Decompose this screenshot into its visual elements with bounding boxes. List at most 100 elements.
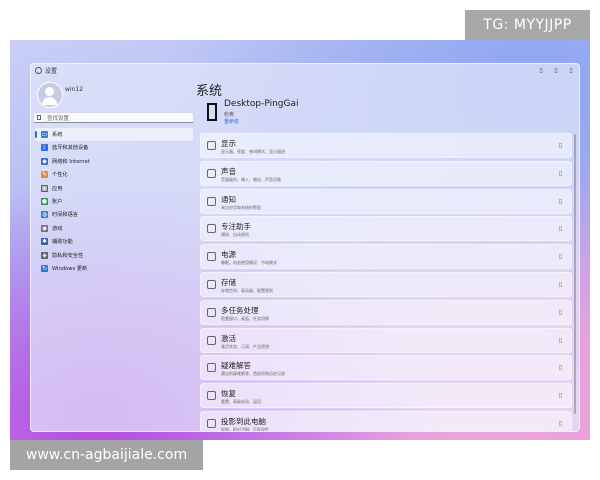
search-placeholder: 查找设置 — [47, 116, 70, 122]
game-icon: ◉ — [41, 224, 48, 232]
settings-card-power[interactable]: 电源 睡眠、电池使用情况、节电模式 ▯ — [200, 244, 572, 270]
card-description: 重置、高级启动、返回 — [221, 399, 261, 405]
sidebar-item-globe[interactable]: ◍ 时间和语言 — [35, 208, 193, 221]
title-bar: 设置 ▯ ▯ ▯ — [31, 64, 579, 78]
display-icon — [207, 141, 216, 150]
accessibility-icon: ✱ — [41, 238, 48, 246]
search-input[interactable]: 查找设置 — [33, 112, 194, 123]
chevron-right-icon: ▯ — [558, 253, 562, 261]
sidebar-item-label: Windows 更新 — [52, 265, 88, 272]
sidebar-item-update[interactable]: ↻ Windows 更新 — [35, 262, 193, 275]
search-icon — [37, 115, 41, 120]
settings-card-storage[interactable]: 存储 存储空间、驱动器、配置规则 ▯ — [200, 271, 572, 297]
watermark-tg: TG: MYYJJPP — [465, 10, 590, 40]
sidebar-item-account[interactable]: ● 账户 — [35, 195, 193, 208]
card-title: 声音 — [221, 166, 236, 176]
sidebar-item-label: 个性化 — [52, 172, 68, 179]
settings-card-sound[interactable]: 声音 音量级别、输入、输出、声音设备 ▯ — [200, 160, 572, 186]
settings-card-display[interactable]: 显示 显示器、亮度、夜间模式、显示描述 ▯ — [200, 133, 572, 158]
device-subtitle: 粉奥 — [224, 112, 235, 118]
device-icon — [207, 103, 217, 121]
user-avatar[interactable] — [37, 82, 63, 108]
settings-card-recovery[interactable]: 恢复 重置、高级启动、返回 ▯ — [200, 383, 572, 409]
sidebar-item-network[interactable]: ◆ 网络和 Internet — [35, 155, 193, 168]
maximize-button[interactable]: ▯ — [552, 67, 560, 75]
scrollbar[interactable] — [574, 134, 576, 414]
network-icon: ◆ — [41, 157, 48, 165]
sidebar-item-label: 辅助功能 — [52, 239, 73, 246]
sidebar-item-label: 游戏 — [52, 225, 63, 232]
sidebar-item-apps[interactable]: ▦ 应用 — [35, 182, 193, 195]
window-title: 设置 — [45, 68, 58, 75]
chevron-right-icon: ▯ — [558, 280, 562, 288]
card-title: 投影到此电脑 — [221, 416, 266, 426]
sidebar-item-brush[interactable]: ✎ 个性化 — [35, 168, 193, 181]
card-description: 激活状态、订阅、产品密钥 — [221, 343, 269, 349]
card-title: 多任务处理 — [221, 305, 259, 315]
close-button[interactable]: ▯ — [567, 67, 575, 75]
sidebar-item-label: 蓝牙和其他设备 — [52, 145, 89, 152]
card-title: 通知 — [221, 194, 236, 204]
card-title: 恢复 — [221, 389, 236, 399]
card-description: 建议的疑难解答、首选项和历史记录 — [221, 371, 285, 377]
card-title: 激活 — [221, 333, 236, 343]
settings-card-list: 显示 显示器、亮度、夜间模式、显示描述 ▯ 声音 音量级别、输入、输出、声音设备 ▯ 通知来… — [200, 133, 572, 432]
shield-icon: ◈ — [41, 251, 48, 259]
active-indicator — [35, 131, 37, 138]
project-icon — [207, 418, 216, 428]
sound-icon — [207, 168, 216, 178]
troubleshoot-icon — [207, 363, 216, 373]
device-name: Desktop-PingGai — [224, 99, 299, 109]
page-title: 系统 — [196, 84, 223, 99]
chevron-right-icon: ▯ — [558, 308, 562, 316]
system-icon: ▭ — [41, 131, 48, 138]
bluetooth-icon: ᛒ — [41, 144, 48, 152]
card-title: 专注助手 — [221, 222, 251, 232]
chevron-right-icon: ▯ — [558, 197, 562, 205]
settings-card-activation[interactable]: 激活 激活状态、订阅、产品密钥 ▯ — [200, 327, 572, 353]
card-title: 存储 — [221, 277, 236, 287]
card-description: 贴靠窗口、桌面、任务切换 — [221, 315, 269, 321]
sidebar-item-shield[interactable]: ◈ 隐私和安全性 — [35, 249, 193, 262]
activation-icon — [207, 335, 216, 345]
card-description: 通知、自动规则 — [221, 232, 249, 238]
account-icon: ● — [41, 197, 48, 205]
sidebar-item-label: 时间和语言 — [52, 212, 78, 219]
settings-app-icon — [35, 67, 42, 74]
sidebar-item-label: 隐私和安全性 — [52, 252, 84, 259]
chevron-right-icon: ▯ — [558, 392, 562, 400]
settings-card-troubleshoot[interactable]: 疑难解答 建议的疑难解答、首选项和历史记录 ▯ — [200, 355, 572, 381]
settings-card-project[interactable]: 投影到此电脑 权限、配对 PIN、可发现性 ▯ — [200, 410, 572, 432]
sidebar-item-label: 应用 — [52, 185, 63, 192]
globe-icon: ◍ — [41, 211, 48, 219]
card-description: 睡眠、电池使用情况、节电模式 — [221, 260, 277, 266]
brush-icon: ✎ — [41, 171, 48, 179]
card-description: 权限、配对 PIN、可发现性 — [221, 426, 269, 432]
chevron-right-icon: ▯ — [558, 169, 562, 177]
chevron-right-icon: ▯ — [558, 419, 562, 427]
sidebar-item-game[interactable]: ◉ 游戏 — [35, 222, 193, 235]
settings-card-focus[interactable]: 专注助手 通知、自动规则 ▯ — [200, 216, 572, 242]
card-description: 存储空间、驱动器、配置规则 — [221, 287, 273, 293]
card-title: 电源 — [221, 250, 236, 260]
settings-card-notification[interactable]: 通知 来自应用和系统的警报 ▯ — [200, 188, 572, 214]
recovery-icon — [207, 391, 216, 401]
sidebar-item-bluetooth[interactable]: ᛒ 蓝牙和其他设备 — [35, 141, 193, 154]
rename-link[interactable]: 重命名 — [224, 118, 239, 125]
chevron-right-icon: ▯ — [558, 142, 562, 149]
sidebar-item-accessibility[interactable]: ✱ 辅助功能 — [35, 235, 193, 248]
user-name: win12 — [65, 86, 84, 93]
sidebar-item-label: 账户 — [52, 198, 63, 205]
minimize-button[interactable]: ▯ — [537, 67, 545, 75]
storage-icon — [207, 279, 216, 289]
settings-card-multitask[interactable]: 多任务处理 贴靠窗口、桌面、任务切换 ▯ — [200, 299, 572, 325]
card-title: 疑难解答 — [221, 361, 251, 371]
sidebar-item-system[interactable]: ▭ 系统 — [35, 128, 193, 142]
chevron-right-icon: ▯ — [558, 336, 562, 344]
sidebar-item-label: 网络和 Internet — [52, 158, 90, 165]
update-icon: ↻ — [41, 264, 48, 272]
card-description: 音量级别、输入、输出、声音设备 — [221, 176, 281, 182]
apps-icon: ▦ — [41, 184, 48, 192]
sidebar-nav: ▭ 系统 ᛒ 蓝牙和其他设备 ◆ 网络和 Internet ✎ 个性化 ▦ 应用 ● 账户 ◍ 时间和语言… — [35, 128, 193, 275]
notification-icon — [207, 196, 216, 206]
